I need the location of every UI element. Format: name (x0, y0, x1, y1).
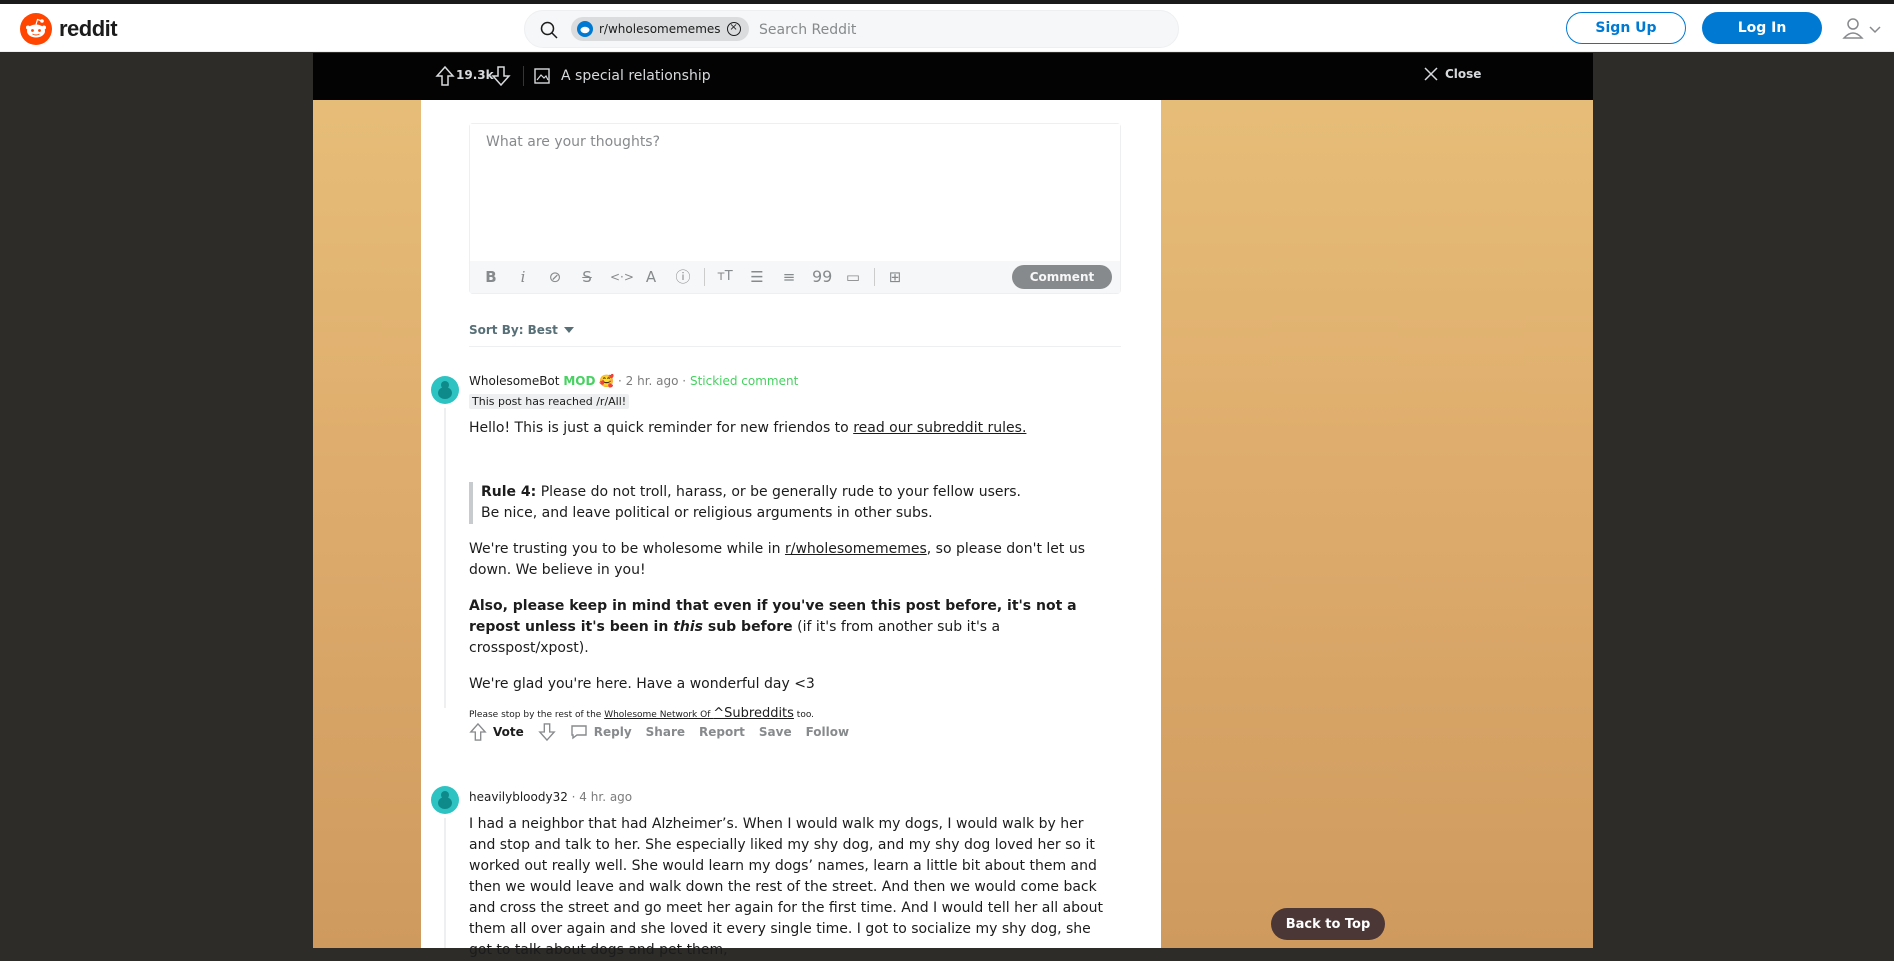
close-post-button[interactable]: Close (1423, 66, 1481, 82)
comment: heavilybloody32 · 4 hr. ago I had a neig… (421, 786, 1161, 958)
link-icon[interactable]: ⊘ (546, 268, 564, 286)
sign-up-button[interactable]: Sign Up (1566, 12, 1686, 44)
report-button[interactable]: Report (699, 725, 745, 739)
comment-time[interactable]: · 4 hr. ago (572, 790, 632, 804)
award-icon: 🥰 (599, 374, 615, 388)
comment-bubble-icon (571, 725, 587, 740)
network-note: Please stop by the rest of the Wholesome… (469, 706, 815, 721)
comment-paragraph: Also, please keep in mind that even if y… (469, 598, 1077, 656)
comment: WholesomeBot MOD 🥰 · 2 hr. ago · Stickie… (421, 370, 1161, 750)
quote-block-icon[interactable]: 99 (812, 268, 832, 286)
inline-code-icon[interactable]: <·> (610, 268, 634, 286)
heading-icon[interactable]: тT (716, 268, 734, 286)
downvote-icon[interactable] (491, 65, 511, 87)
comment-body: Hello! This is just a quick reminder for… (469, 418, 1109, 722)
sort-label: Sort By: Best (469, 323, 558, 337)
bold-icon[interactable]: B (482, 268, 500, 286)
save-button[interactable]: Save (759, 725, 792, 739)
comment-paragraph: We're glad you're here. Have a wonderful… (469, 676, 815, 692)
mod-badge: MOD (563, 374, 596, 388)
toolbar-separator (874, 268, 875, 286)
rules-link[interactable]: read our subreddit rules. (853, 420, 1026, 436)
comment-paragraph: We're trusting you to be wholesome while… (469, 541, 1086, 578)
thread-line[interactable] (444, 818, 446, 948)
image-post-icon (534, 68, 550, 84)
divider (469, 346, 1121, 347)
comment-actions: Vote Reply Share Report Save Follow (469, 722, 849, 742)
strikethrough-icon[interactable]: S (578, 268, 596, 286)
logo-wordmark: reddit (59, 16, 118, 41)
bulleted-list-icon[interactable]: ☰ (748, 268, 766, 286)
bar-separator (523, 66, 524, 86)
comment-submit-button[interactable]: Comment (1012, 265, 1112, 289)
clear-chip-icon[interactable]: × (726, 22, 741, 36)
back-to-top-button[interactable]: Back to Top (1271, 908, 1385, 940)
code-block-icon[interactable]: ▭ (844, 268, 862, 286)
avatar[interactable] (431, 376, 459, 404)
reply-button[interactable]: Reply (570, 724, 632, 740)
downvote-icon[interactable] (538, 722, 556, 742)
search-icon (540, 21, 558, 39)
wholesome-network-link[interactable]: Wholesome Network Of ^Subreddits (604, 707, 794, 721)
subreddit-avatar-icon (577, 21, 593, 37)
subreddit-link[interactable]: r/wholesomememes (785, 541, 927, 557)
sort-dropdown[interactable]: Sort By: Best (469, 323, 574, 337)
comment-author[interactable]: heavilybloody32 (469, 790, 568, 804)
comment-meta: WholesomeBot MOD 🥰 · 2 hr. ago · Stickie… (469, 374, 798, 388)
log-in-button[interactable]: Log In (1702, 12, 1822, 44)
rule-quote: Rule 4: Please do not troll, harass, or … (469, 482, 1109, 524)
search-input[interactable] (757, 19, 1141, 41)
comment-meta: heavilybloody32 · 4 hr. ago (469, 790, 632, 804)
close-label: Close (1445, 67, 1482, 81)
comment-editor: B i ⊘ S <·> A ⓘ тT ☰ ≡ 99 ▭ ⊞ Comment (469, 123, 1121, 294)
numbered-list-icon[interactable]: ≡ (780, 268, 798, 286)
toolbar-separator (704, 268, 705, 286)
site-header: reddit r/wholesomememes × Sign Up Log In (0, 4, 1894, 52)
stickied-label: Stickied comment (689, 374, 799, 388)
caret-down-icon (563, 327, 574, 333)
search-chip-label: r/wholesomememes (599, 22, 721, 36)
follow-button[interactable]: Follow (806, 725, 850, 739)
comment-textarea[interactable] (470, 124, 1120, 263)
vote-label: Vote (493, 725, 524, 739)
thread-line[interactable] (444, 408, 446, 708)
share-button[interactable]: Share (646, 725, 685, 739)
comment-author[interactable]: WholesomeBot (469, 374, 559, 388)
post-content: B i ⊘ S <·> A ⓘ тT ☰ ≡ 99 ▭ ⊞ Comment So… (421, 100, 1161, 958)
subreddit-search-chip: r/wholesomememes × (571, 17, 749, 41)
close-icon (1424, 67, 1438, 81)
search-bar[interactable]: r/wholesomememes × (524, 10, 1179, 48)
avatar[interactable] (431, 786, 459, 814)
editor-toolbar: B i ⊘ S <·> A ⓘ тT ☰ ≡ 99 ▭ ⊞ Comment (470, 261, 1120, 293)
comment-body: I had a neighbor that had Alzheimer’s. W… (469, 816, 1103, 958)
upvote-icon[interactable] (435, 65, 455, 87)
post-title: A special relationship (561, 68, 711, 84)
post-overlay-bar: 19.3k A special relationship Close (313, 53, 1593, 100)
user-icon (1842, 18, 1881, 39)
spoiler-icon[interactable]: ⓘ (674, 268, 692, 286)
reddit-logo[interactable]: reddit (20, 13, 118, 45)
comment-paragraph: Hello! This is just a quick reminder for… (469, 420, 1027, 436)
reddit-snoo-icon (20, 13, 52, 45)
user-flair: This post has reached /r/All! (469, 394, 630, 409)
table-icon[interactable]: ⊞ (886, 268, 904, 286)
italic-icon[interactable]: i (514, 268, 532, 286)
vote-count: 19.3k (456, 68, 494, 82)
user-menu-dropdown[interactable] (1842, 16, 1886, 42)
comment-time[interactable]: · 2 hr. ago · (618, 374, 686, 388)
superscript-icon[interactable]: A (642, 268, 660, 286)
upvote-icon[interactable] (469, 722, 487, 742)
